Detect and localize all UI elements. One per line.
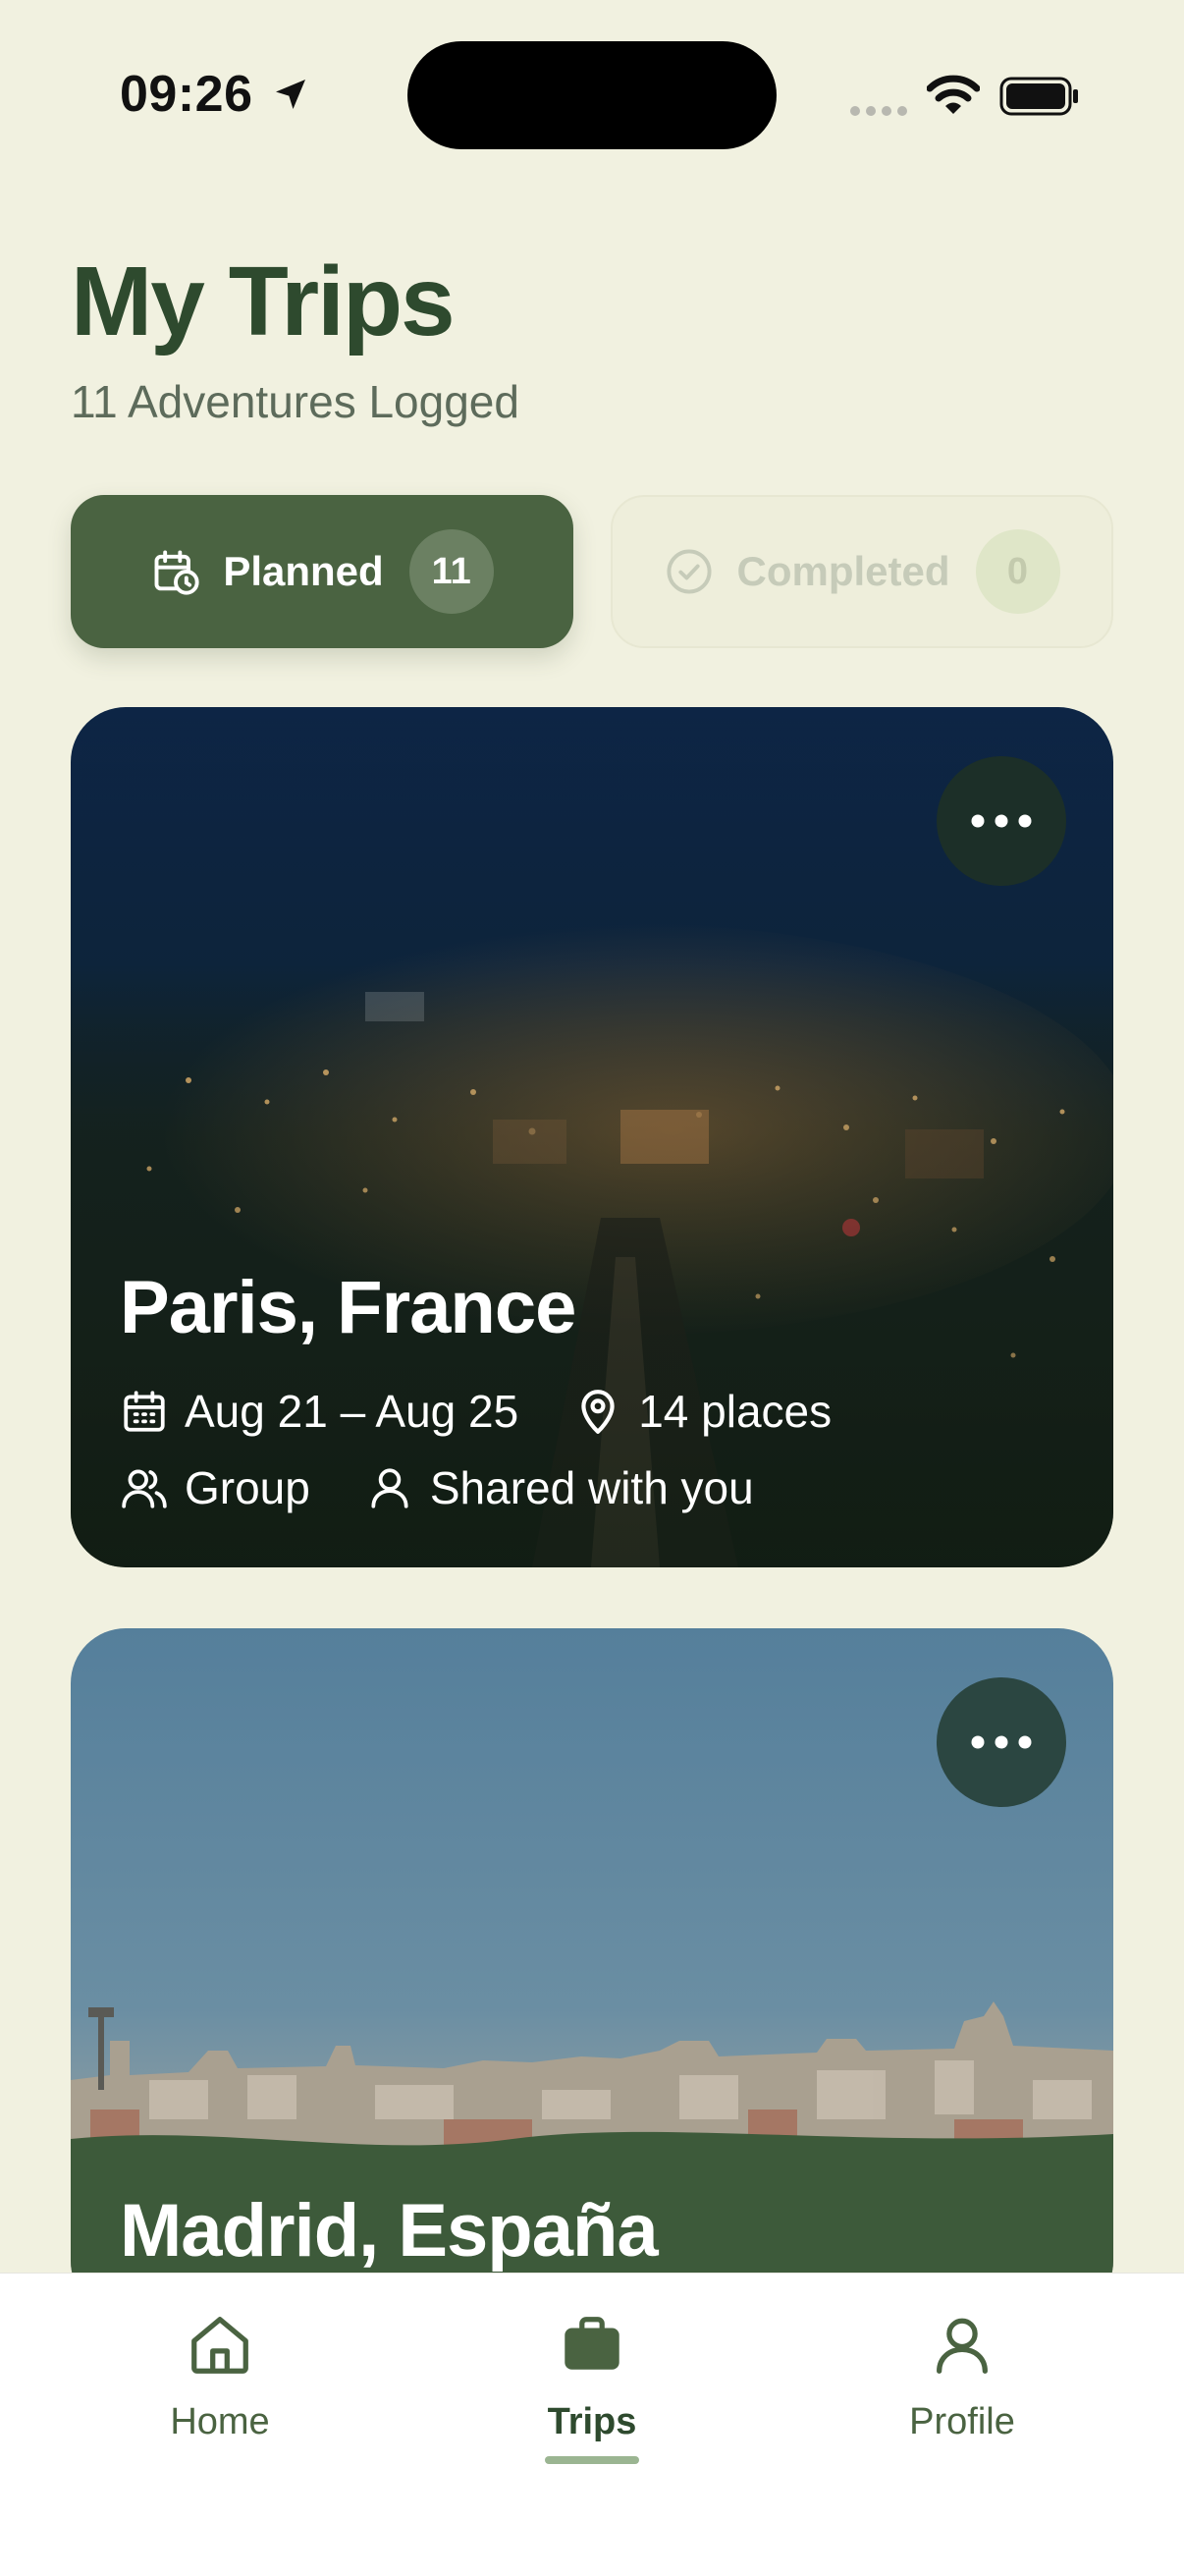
status-bar: 09:26 [0,0,1184,187]
trip-dates: Aug 21 – Aug 25 [185,1386,519,1437]
active-tab-indicator [545,2456,639,2464]
nav-item-profile[interactable]: Profile [844,2311,1080,2443]
more-options-button[interactable] [937,756,1066,886]
page-title: My Trips [71,247,456,356]
location-arrow-icon [276,80,305,109]
group-icon [122,1469,167,1508]
more-options-button[interactable] [937,1677,1066,1807]
trip-meta-row: Aug 21 – Aug 25 14 places [120,1385,832,1438]
tab-completed[interactable]: Completed 0 [611,495,1113,648]
tab-completed-count: 0 [975,529,1060,614]
more-dots-icon [971,814,1032,828]
person-icon [371,1468,408,1508]
trip-title: Madrid, España [120,2189,659,2273]
location-pin-icon [581,1390,615,1434]
calendar-clock-icon [154,550,199,595]
tab-planned-label: Planned [223,548,384,594]
nav-trips-label: Trips [547,2401,637,2442]
trip-places: 14 places [638,1386,833,1437]
cellular-signal-icon [850,106,907,116]
tab-planned-count: 11 [408,529,494,614]
nav-item-home[interactable]: Home [102,2311,338,2443]
more-dots-icon [971,1735,1032,1749]
dynamic-island [407,41,777,149]
trip-title: Paris, France [120,1266,576,1349]
battery-icon [999,77,1078,116]
tab-planned[interactable]: Planned 11 [71,495,573,648]
trip-meta-row: Group Shared with you [120,1461,754,1514]
briefcase-icon [565,2317,619,2370]
status-time: 09:26 [120,66,253,123]
calendar-icon [124,1391,165,1432]
home-icon [191,2317,248,2374]
bottom-navigation: Home Trips Profile [0,2273,1184,2576]
wifi-icon [927,75,980,114]
nav-item-trips[interactable]: Trips [474,2311,710,2443]
tab-completed-label: Completed [736,548,950,594]
trip-type: Group [185,1462,310,1513]
nav-home-label: Home [170,2401,270,2442]
trip-card[interactable]: Madrid, España [71,1628,1113,2316]
page-subtitle: 11 Adventures Logged [71,376,519,427]
trip-sharing: Shared with you [429,1462,754,1513]
person-icon [937,2318,988,2374]
trip-card[interactable]: Paris, France Aug 21 – Aug 25 14 places … [71,707,1113,1567]
nav-profile-label: Profile [909,2401,1015,2442]
check-circle-icon [667,549,713,594]
